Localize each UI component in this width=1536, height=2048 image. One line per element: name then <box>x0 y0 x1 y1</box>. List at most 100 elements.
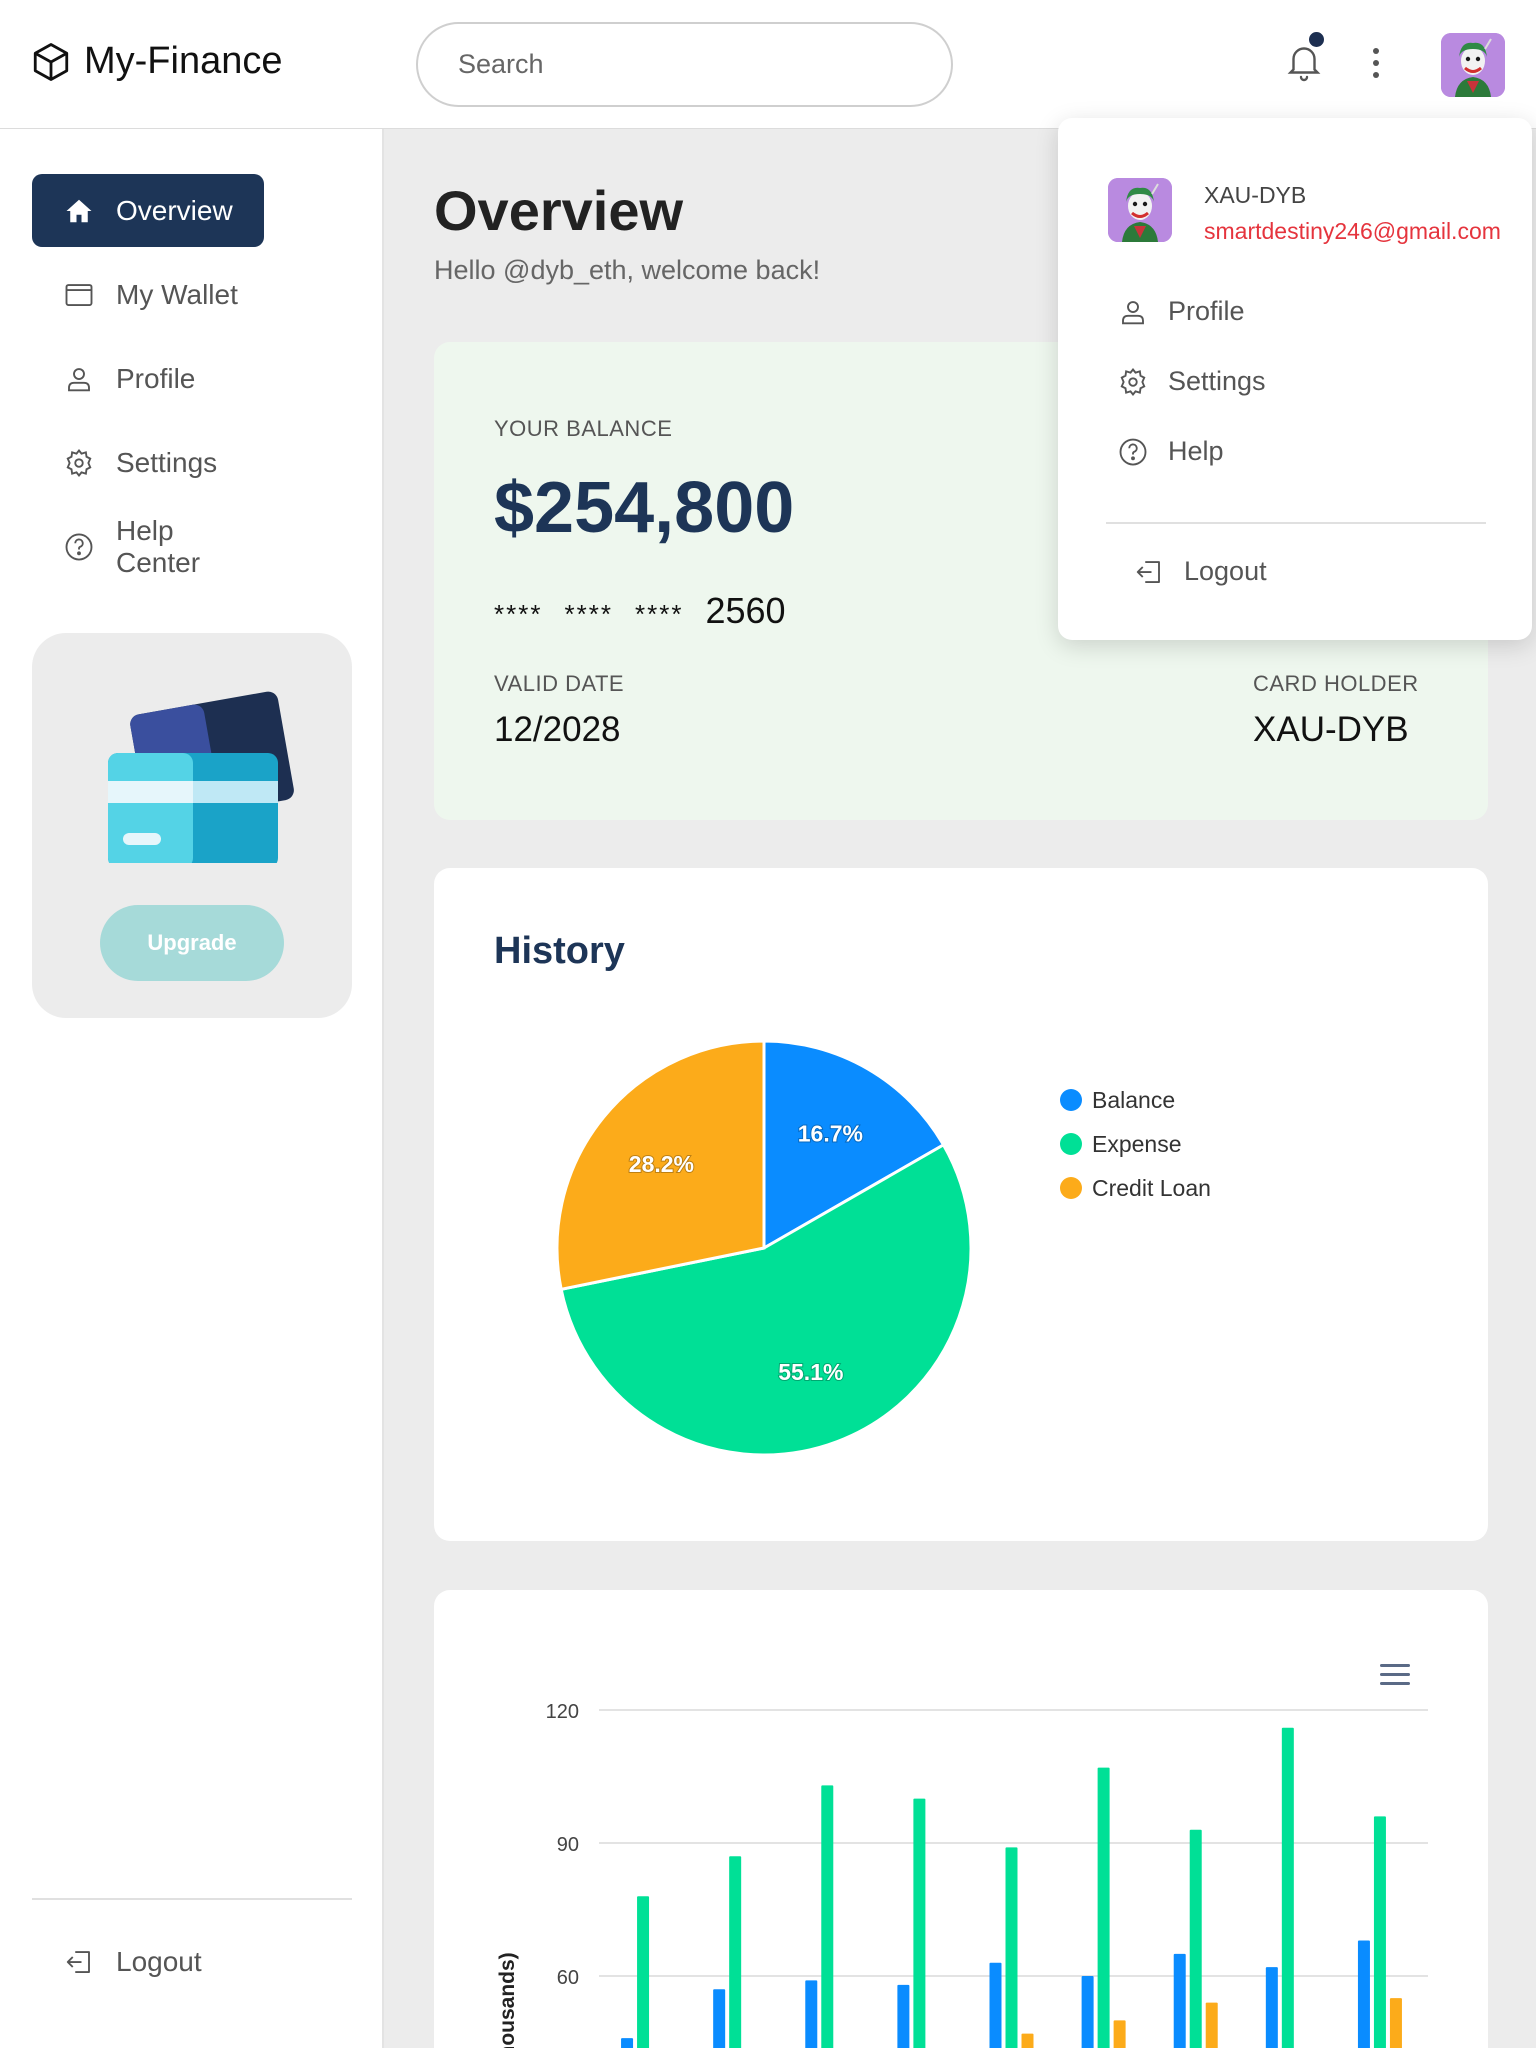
sidebar-item-settings[interactable]: Settings <box>32 426 264 499</box>
legend-dot <box>1060 1133 1082 1155</box>
balance-amount: $254,800 <box>494 468 795 548</box>
bar-balance[interactable] <box>989 1962 1002 2048</box>
bar-balance[interactable] <box>897 1984 910 2048</box>
legend-item-credit-loan[interactable]: Credit Loan <box>1060 1166 1211 1210</box>
sidebar-divider <box>32 1898 352 1900</box>
top-bar: My-Finance <box>0 0 1536 129</box>
bar-expense[interactable] <box>1189 1829 1202 2048</box>
valid-date-value: 12/2028 <box>494 710 621 749</box>
menu-item-label: Logout <box>1184 556 1267 586</box>
menu-item-help[interactable]: Help <box>1118 436 1224 467</box>
sidebar-item-label: Profile <box>116 362 196 394</box>
avatar <box>1108 178 1172 242</box>
bar-balance[interactable] <box>1173 1953 1186 2048</box>
bar-balance[interactable] <box>621 2038 634 2048</box>
help-icon <box>1119 438 1147 465</box>
bar-expense[interactable] <box>1005 1847 1018 2048</box>
menu-icon[interactable] <box>1378 1662 1412 1688</box>
card-number-masked: **** <box>634 599 684 629</box>
user-email: smartdestiny246@gmail.com <box>1204 218 1501 244</box>
card-number: **** **** **** 2560 <box>494 590 786 632</box>
menu-divider <box>1106 522 1486 524</box>
avatar[interactable] <box>1441 33 1505 97</box>
sidebar-item-label: Logout <box>116 1945 202 1977</box>
search-input[interactable] <box>416 22 953 107</box>
bar-credit-loan[interactable] <box>1113 2020 1126 2048</box>
card-holder-value: XAU-DYB <box>1253 710 1409 749</box>
logout-icon <box>1136 560 1160 583</box>
menu-item-settings[interactable]: Settings <box>1118 366 1266 397</box>
legend-label: Expense <box>1092 1130 1182 1157</box>
upgrade-promo: Upgrade <box>32 633 352 1018</box>
sidebar-logout[interactable]: Logout <box>32 1925 264 1998</box>
pie-data-label: 16.7% <box>798 1120 863 1146</box>
bar-balance[interactable] <box>805 1980 818 2048</box>
bar-expense[interactable] <box>1097 1767 1110 2048</box>
logout-icon <box>66 1950 90 1973</box>
bar-expense[interactable] <box>1281 1727 1294 2048</box>
legend-item-expense[interactable]: Expense <box>1060 1122 1211 1166</box>
bar-expense[interactable] <box>1373 1816 1386 2048</box>
notification-badge <box>1309 32 1324 47</box>
card-number-masked: **** <box>564 599 613 629</box>
history-title: History <box>494 930 625 972</box>
sidebar-item-label: Help Center <box>116 514 201 578</box>
sidebar-item-label: Overview <box>116 194 233 226</box>
sidebar-item-label: My Wallet <box>116 278 238 310</box>
user-name: XAU-DYB <box>1204 182 1307 208</box>
menu-item-profile[interactable]: Profile <box>1118 296 1245 327</box>
gear-icon <box>66 448 92 477</box>
menu-item-label: Help <box>1168 436 1224 466</box>
home-icon <box>66 199 92 222</box>
sidebar-item-my-wallet[interactable]: My Wallet <box>32 258 264 331</box>
avatar-image <box>1441 33 1505 97</box>
menu-item-logout[interactable]: Logout <box>1134 556 1267 587</box>
bar-balance[interactable] <box>1265 1967 1278 2048</box>
brand-name: My-Finance <box>84 40 283 82</box>
card-number-masked: **** <box>494 599 543 629</box>
y-axis-label: $ (thousands) <box>496 1952 519 2048</box>
legend-item-balance[interactable]: Balance <box>1060 1078 1211 1122</box>
history-card: History 16.7% 55.1% 28.2% Balance Expense … <box>434 868 1488 1541</box>
bar-balance[interactable] <box>1357 1940 1370 2048</box>
sidebar: Overview My Wallet Profile Settings Help… <box>0 129 384 2048</box>
user-menu-dropdown: XAU-DYB smartdestiny246@gmail.com Profil… <box>1058 118 1532 640</box>
y-tick-label: 90 <box>557 1834 579 1856</box>
bar-chart-card: 60 90 120 $ (thousands) <box>434 1590 1488 2048</box>
card-holder-label: CARD HOLDER <box>1253 671 1419 696</box>
history-pie-chart: 16.7% 55.1% 28.2% <box>555 1039 973 1457</box>
bar-balance[interactable] <box>713 1989 726 2048</box>
upgrade-button[interactable]: Upgrade <box>100 905 284 981</box>
legend-dot <box>1060 1089 1082 1111</box>
more-vertical-icon[interactable] <box>1364 46 1388 80</box>
bar-chart: 60 90 120 $ (thousands) <box>496 1701 1428 2048</box>
bar-credit-loan[interactable] <box>1021 2033 1034 2048</box>
bar-credit-loan[interactable] <box>1389 1998 1402 2048</box>
y-tick-label: 120 <box>546 1701 579 1723</box>
card-number-last4: 2560 <box>705 590 786 631</box>
page-title: Overview <box>434 179 684 242</box>
sidebar-item-help-center[interactable]: Help Center <box>32 510 264 583</box>
bar-expense[interactable] <box>821 1785 834 2048</box>
valid-date-label: VALID DATE <box>494 671 625 696</box>
bar-expense[interactable] <box>913 1798 926 2048</box>
bar-balance[interactable] <box>1081 1976 1094 2048</box>
bell-icon[interactable] <box>1286 42 1322 82</box>
bar-credit-loan[interactable] <box>1205 2002 1218 2048</box>
menu-item-label: Settings <box>1168 366 1266 396</box>
wallet-icon <box>65 283 93 306</box>
sidebar-item-overview[interactable]: Overview <box>32 174 264 247</box>
bar-expense[interactable] <box>637 1896 650 2048</box>
bar-expense[interactable] <box>729 1856 742 2048</box>
legend-dot <box>1060 1177 1082 1199</box>
legend-label: Credit Loan <box>1092 1174 1211 1201</box>
y-tick-label: 60 <box>557 1967 579 1989</box>
pie-data-label: 55.1% <box>778 1359 843 1385</box>
sidebar-item-profile[interactable]: Profile <box>32 342 264 415</box>
menu-item-label: Profile <box>1168 296 1245 326</box>
brand-logo[interactable]: My-Finance <box>30 40 283 83</box>
welcome-message: Hello @dyb_eth, welcome back! <box>434 255 821 285</box>
sidebar-item-label: Settings <box>116 446 218 478</box>
pie-data-label: 28.2% <box>629 1151 694 1177</box>
gear-icon <box>1120 367 1146 396</box>
